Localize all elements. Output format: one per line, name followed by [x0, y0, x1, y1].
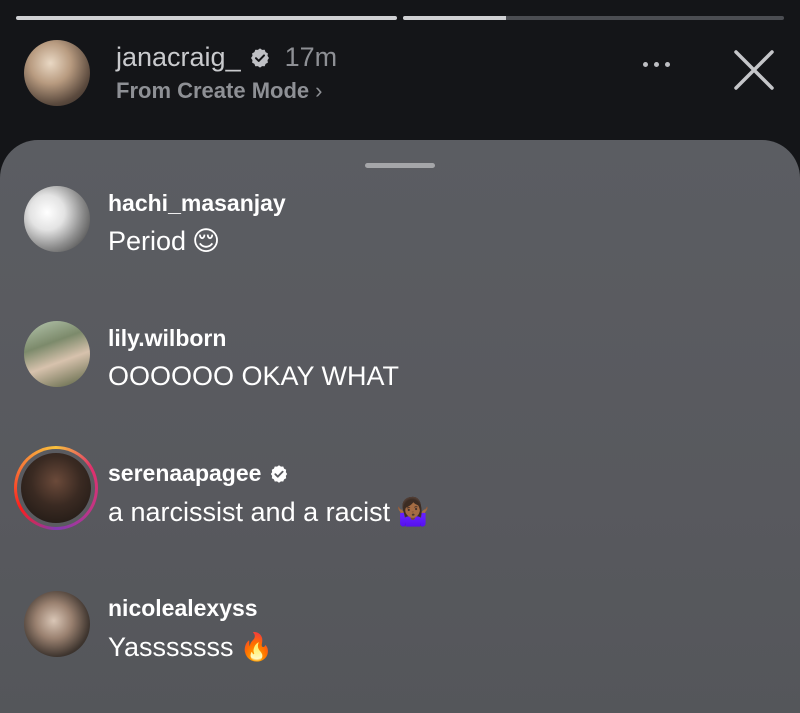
comment-text-row: a narcissist and a racist 🤷🏾‍♀️	[108, 496, 430, 528]
commenter-avatar[interactable]	[24, 591, 90, 657]
verified-badge-icon	[271, 464, 288, 483]
author-username[interactable]: janacraig_	[116, 42, 241, 73]
progress-segment	[403, 16, 784, 20]
commenter-row: hachi_masanjay	[108, 190, 286, 217]
verified-badge-icon	[250, 47, 269, 68]
commenter-username[interactable]: serenaapagee	[108, 460, 261, 487]
commenter-username[interactable]: nicolealexyss	[108, 595, 258, 622]
dot	[643, 62, 648, 67]
commenter-row: nicolealexyss	[108, 595, 258, 622]
dot	[654, 62, 659, 67]
shrug-emoji: 🤷🏾‍♀️	[396, 497, 430, 527]
comment-text: OOOOOO OKAY WHAT	[108, 361, 400, 391]
sheet-drag-handle[interactable]	[365, 163, 435, 168]
story-progress	[16, 16, 784, 20]
dot	[665, 62, 670, 67]
comment-text: a narcissist and a racist	[108, 496, 391, 527]
comment-item: nicolealexyss Yasssssss 🔥	[0, 591, 800, 691]
commenter-username[interactable]: lily.wilborn	[108, 325, 226, 352]
comment-item: lily.wilborn OOOOOO OKAY WHAT	[0, 321, 800, 421]
story-header: janacraig_ 17m From Create Mode ›	[24, 36, 776, 106]
author-avatar[interactable]	[24, 40, 90, 106]
fire-emoji: 🔥	[239, 632, 274, 662]
comment-text-row: Yasssssss 🔥	[108, 631, 273, 663]
author-row: janacraig_ 17m	[116, 42, 337, 73]
create-mode-label: From Create Mode	[116, 78, 310, 103]
progress-fill	[16, 16, 397, 20]
comment-text-row: OOOOOO OKAY WHAT	[108, 361, 399, 392]
story-viewer: janacraig_ 17m From Create Mode › hachi_m…	[0, 0, 800, 713]
comment-text-row: Period 😌	[108, 226, 220, 257]
relieved-face-emoji: 😌	[192, 226, 221, 256]
comments-sheet: hachi_masanjay Period 😌 lily.wilborn OOO…	[0, 140, 800, 713]
progress-segment	[16, 16, 397, 20]
commenter-avatar[interactable]	[24, 321, 90, 387]
comment-item: hachi_masanjay Period 😌	[0, 186, 800, 286]
comment-text: Period	[108, 226, 187, 256]
commenter-username[interactable]: hachi_masanjay	[108, 190, 286, 217]
commenter-avatar[interactable]	[21, 453, 91, 523]
create-mode-link[interactable]: From Create Mode ›	[116, 78, 322, 104]
commenter-row: serenaapagee	[108, 460, 289, 487]
chevron-right-icon: ›	[315, 78, 323, 103]
comment-text: Yasssssss	[108, 631, 234, 662]
more-options-icon[interactable]	[643, 62, 670, 67]
close-icon[interactable]	[732, 48, 776, 92]
comment-item: serenaapagee a narcissist and a racist 🤷…	[0, 446, 800, 556]
commenter-row: lily.wilborn	[108, 325, 226, 352]
commenter-avatar[interactable]	[24, 186, 90, 252]
progress-fill	[403, 16, 506, 20]
post-time: 17m	[284, 42, 338, 72]
